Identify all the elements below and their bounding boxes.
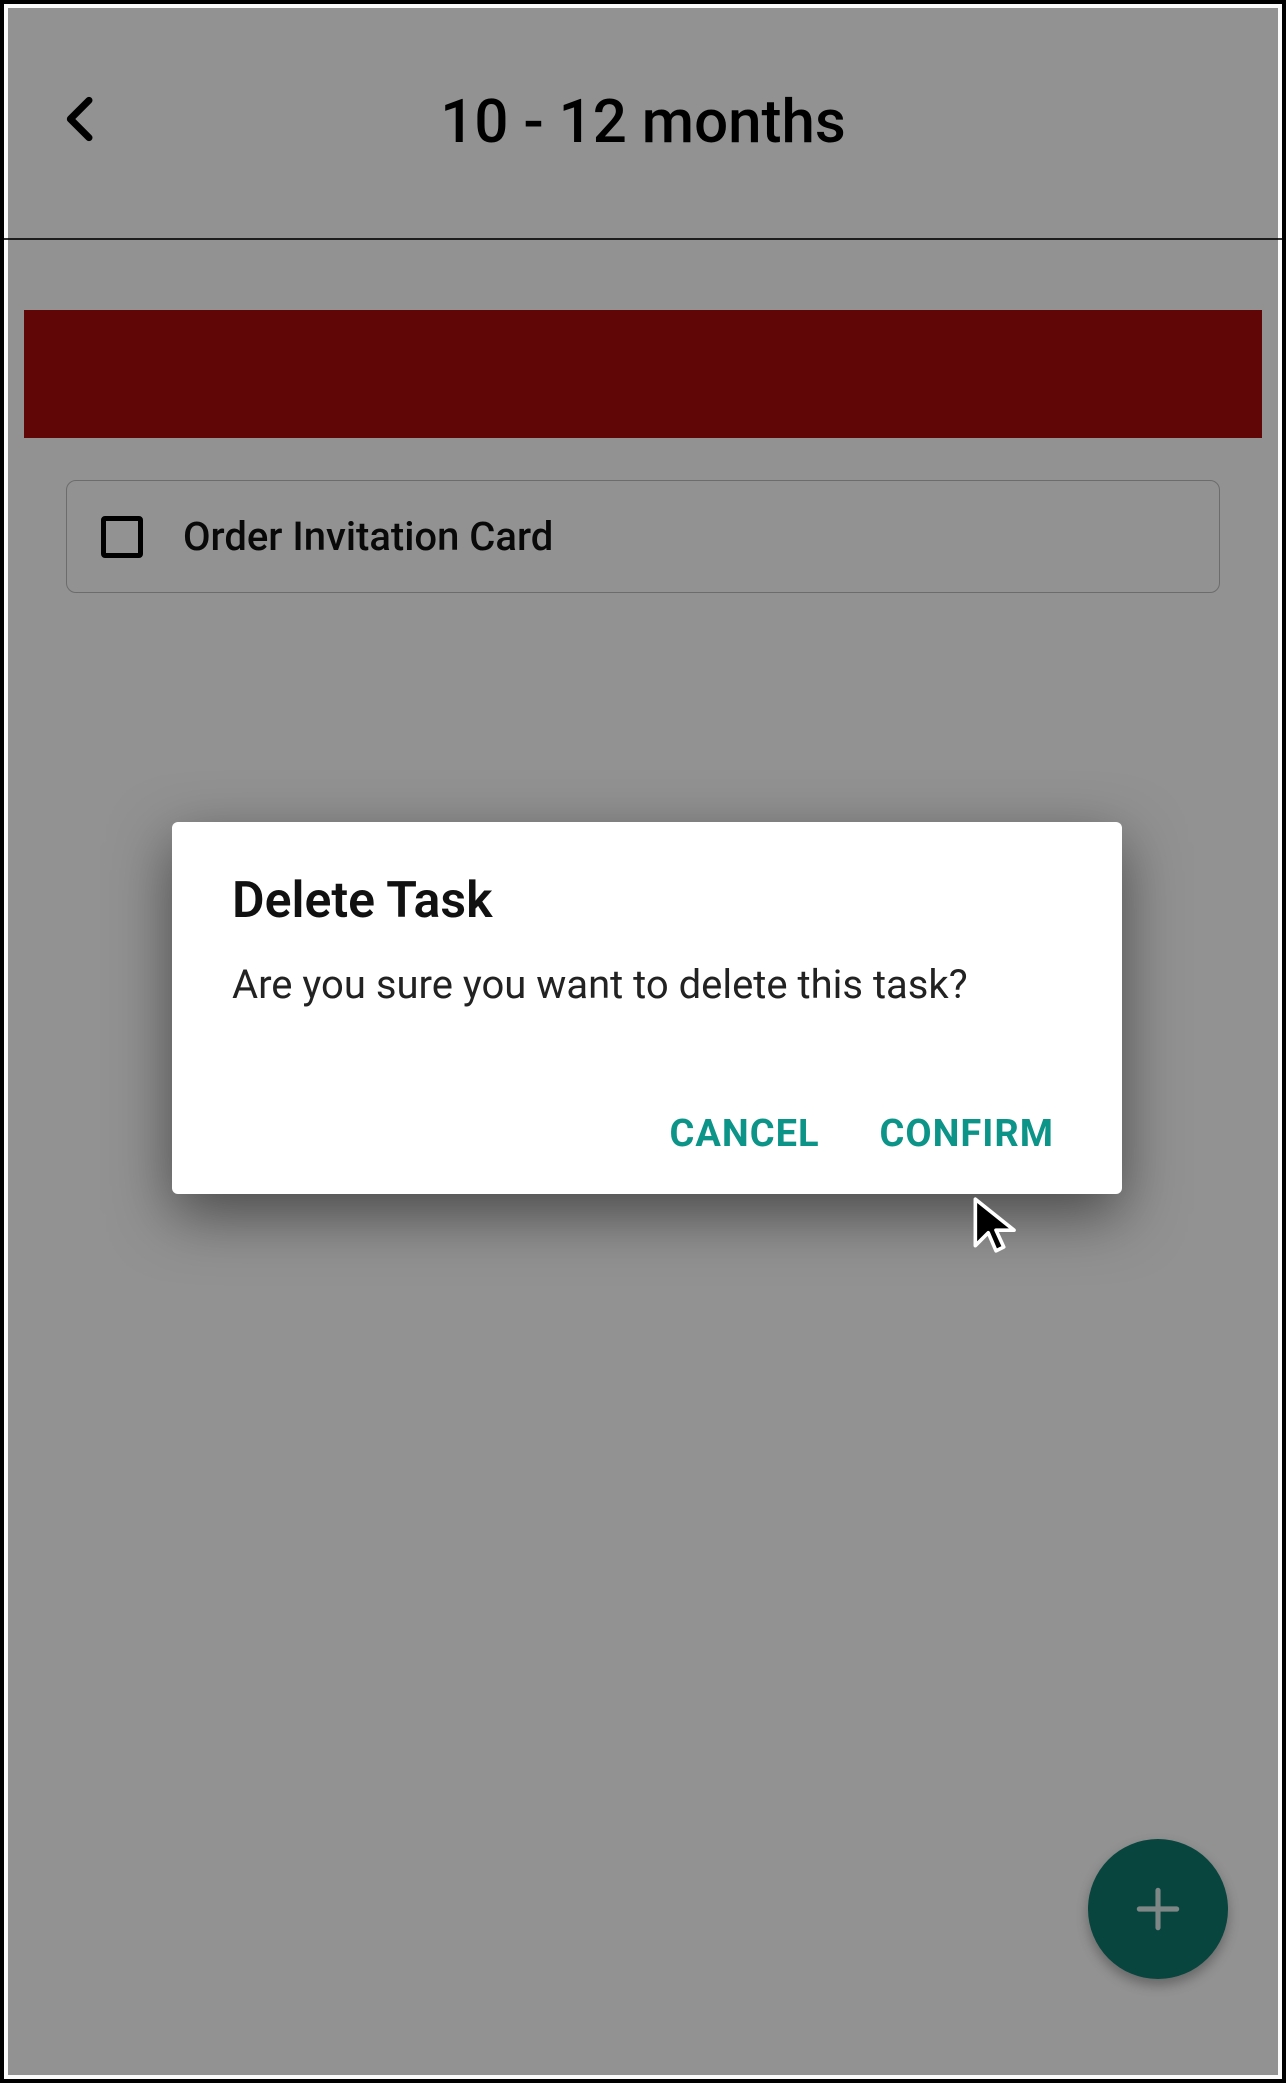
app-frame: 10 - 12 months Order Invitation Card Del…	[0, 0, 1286, 2083]
dialog-actions: CANCEL CONFIRM	[232, 1112, 1062, 1156]
dialog-title: Delete Task	[232, 872, 1062, 930]
cancel-button[interactable]: CANCEL	[670, 1112, 820, 1156]
delete-task-dialog: Delete Task Are you sure you want to del…	[172, 822, 1122, 1194]
dialog-message: Are you sure you want to delete this tas…	[232, 958, 1062, 1012]
confirm-button[interactable]: CONFIRM	[880, 1112, 1054, 1156]
